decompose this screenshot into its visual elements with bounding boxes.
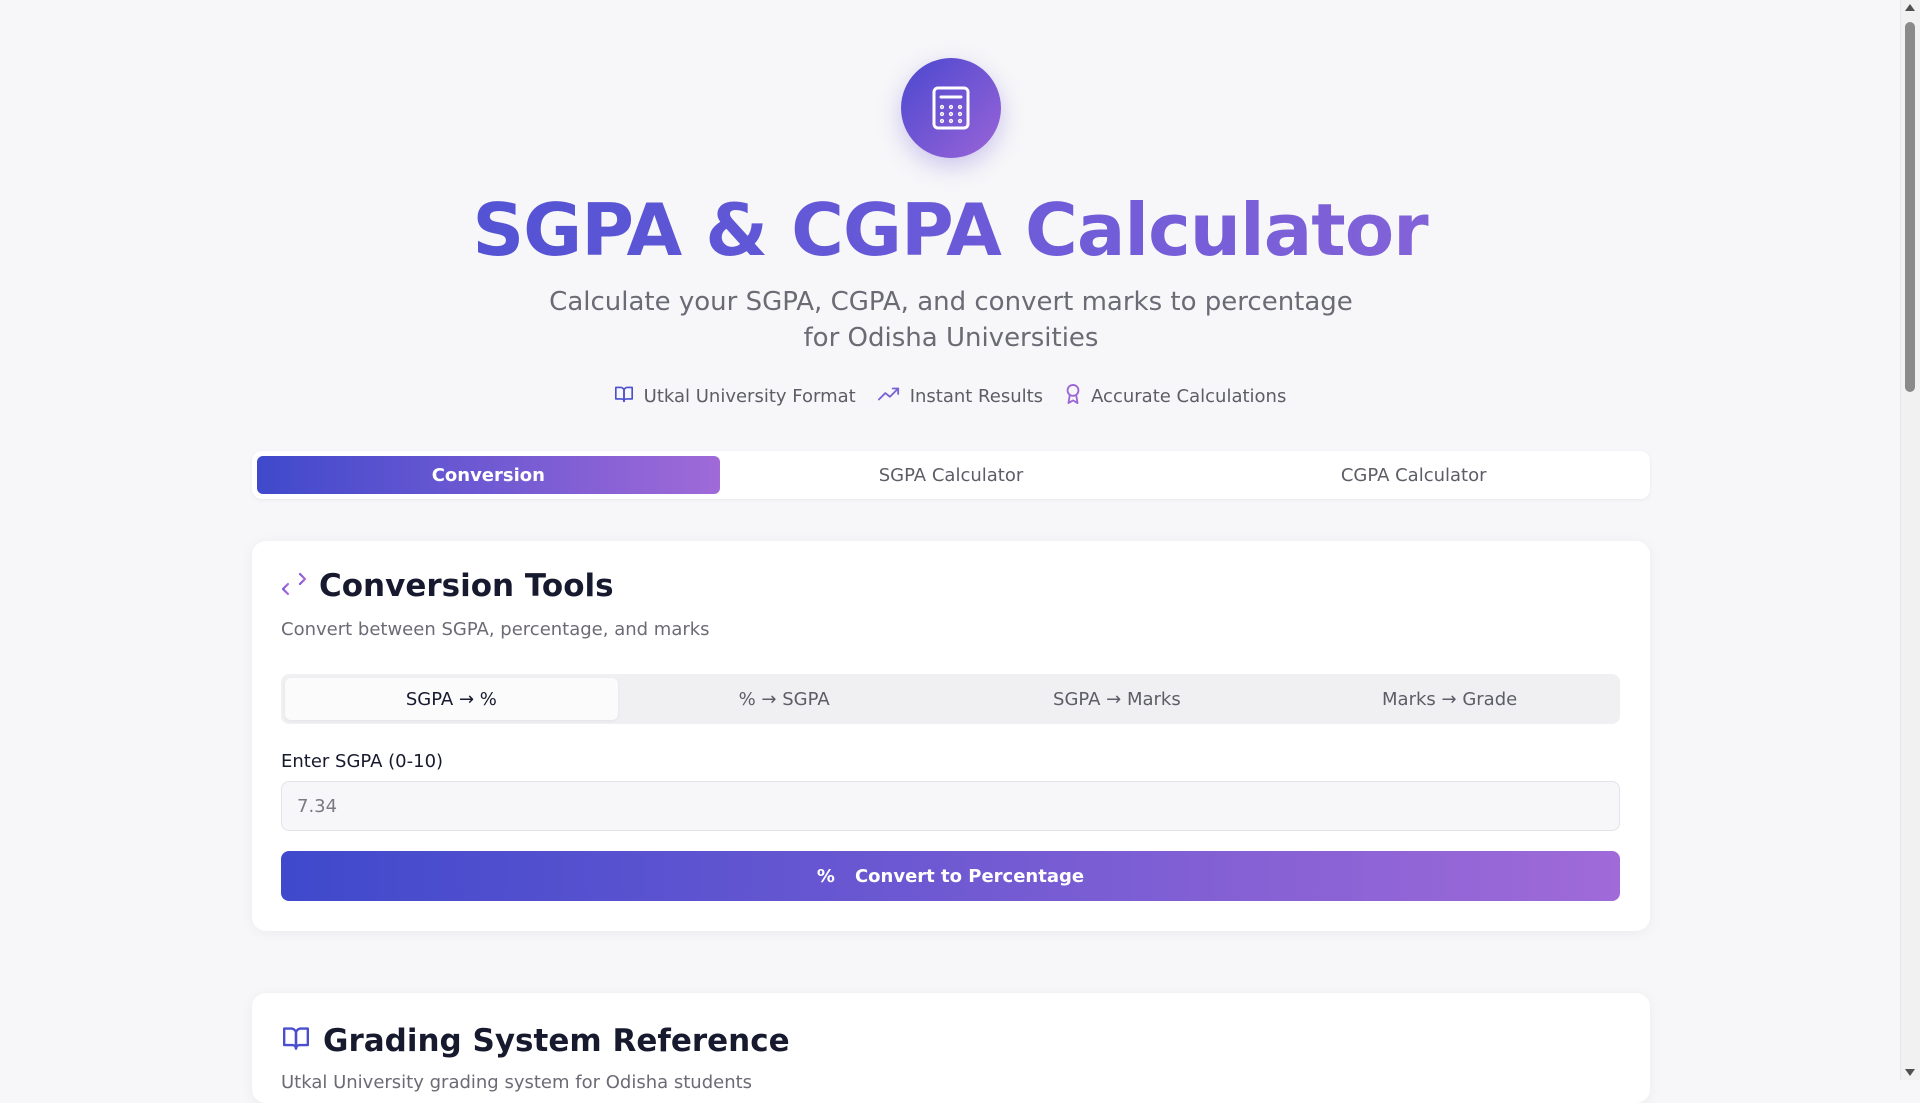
conversion-title: Conversion Tools [281, 568, 614, 604]
page-scrollbar[interactable] [1900, 0, 1920, 1080]
convert-to-percentage-button[interactable]: % Convert to Percentage [281, 851, 1620, 901]
sgpa-input[interactable] [281, 781, 1620, 831]
percent-icon: % [816, 865, 835, 887]
badge-accurate: Accurate Calculations [1065, 384, 1286, 409]
book-open-icon [281, 1023, 311, 1059]
badge-label: Instant Results [909, 386, 1044, 407]
scroll-thumb[interactable] [1905, 22, 1915, 392]
conversion-card: Conversion Tools Convert between SGPA, p… [252, 541, 1650, 931]
sgpa-input-label: Enter SGPA (0-10) [281, 751, 444, 772]
grading-title: Grading System Reference [281, 1023, 790, 1059]
convert-button-label: Convert to Percentage [854, 865, 1085, 887]
badge-label: Accurate Calculations [1091, 386, 1287, 407]
conversion-title-text: Conversion Tools [319, 568, 614, 604]
badge-label: Utkal University Format [643, 386, 856, 407]
award-icon [1065, 384, 1081, 409]
trending-up-icon [877, 386, 900, 407]
page-subtitle: Calculate your SGPA, CGPA, and convert m… [549, 287, 1353, 353]
tab-percent-to-sgpa[interactable]: % → SGPA [618, 678, 951, 720]
feature-badges: Utkal University Format Instant Results … [0, 384, 1900, 409]
arrows-exchange-icon [281, 568, 307, 604]
tab-sgpa-to-percent[interactable]: SGPA → % [285, 678, 618, 720]
tab-cgpa-calculator[interactable]: CGPA Calculator [1182, 456, 1645, 494]
page: SGPA & CGPA Calculator Calculate your SG… [0, 0, 1900, 1103]
conversion-description: Convert between SGPA, percentage, and ma… [281, 619, 710, 640]
tab-sgpa-to-marks[interactable]: SGPA → Marks [951, 678, 1284, 720]
main-tabs: Conversion SGPA Calculator CGPA Calculat… [252, 451, 1650, 499]
calculator-icon [901, 58, 1001, 158]
grading-description: Utkal University grading system for Odis… [281, 1072, 753, 1093]
grading-title-text: Grading System Reference [323, 1023, 790, 1059]
badge-utkal-format: Utkal University Format [614, 384, 856, 409]
scroll-up-arrow-icon[interactable] [1905, 4, 1915, 11]
page-title: SGPA & CGPA Calculator [0, 180, 1900, 280]
tab-marks-to-grade[interactable]: Marks → Grade [1283, 678, 1616, 720]
badge-instant-results: Instant Results [877, 384, 1044, 409]
scroll-down-arrow-icon[interactable] [1905, 1069, 1915, 1076]
grading-card: Grading System Reference Utkal Universit… [252, 993, 1650, 1103]
conversion-sub-tabs: SGPA → % % → SGPA SGPA → Marks Marks → G… [281, 674, 1620, 724]
tab-conversion[interactable]: Conversion [257, 456, 720, 494]
tab-sgpa-calculator[interactable]: SGPA Calculator [720, 456, 1183, 494]
book-open-icon [614, 385, 634, 408]
